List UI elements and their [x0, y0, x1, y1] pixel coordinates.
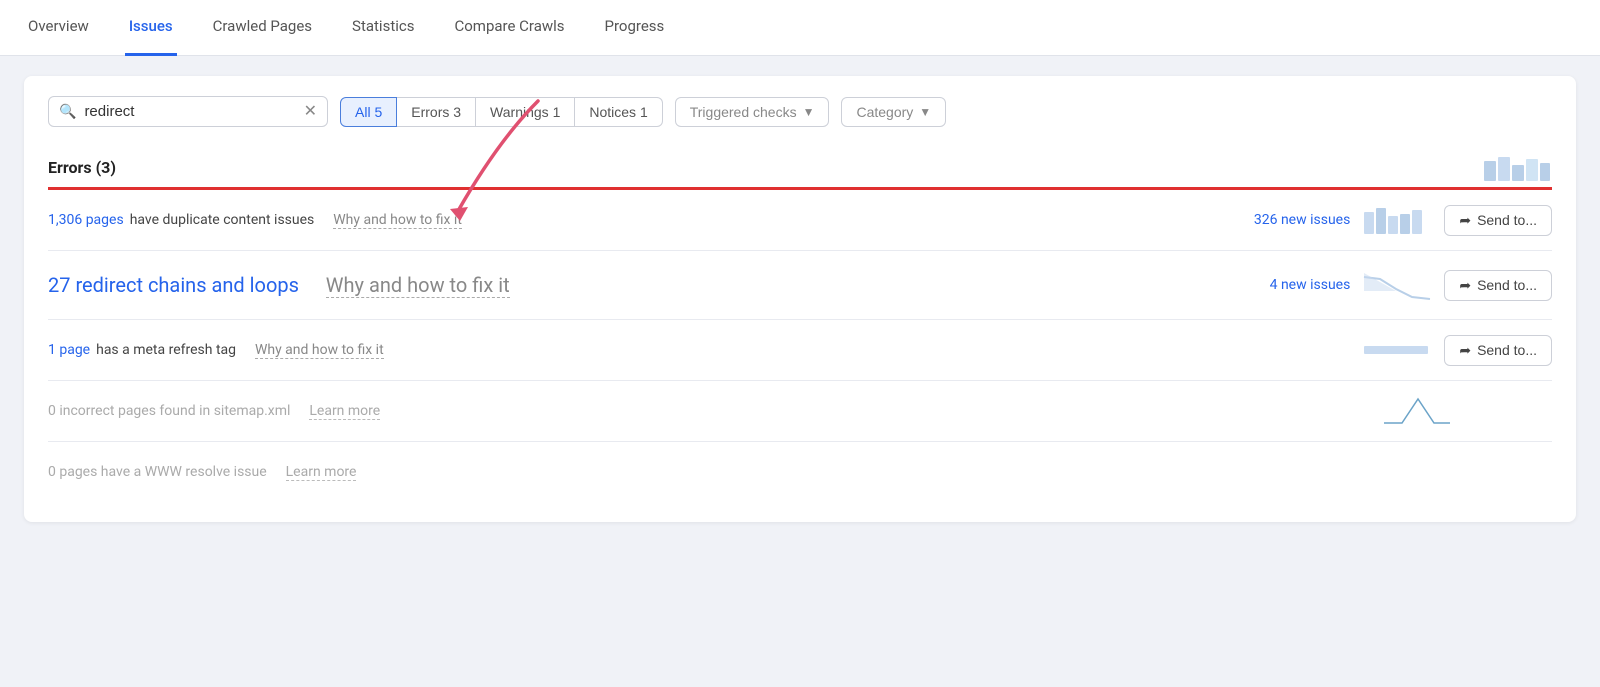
triggered-checks-dropdown[interactable]: Triggered checks ▼ — [675, 97, 830, 127]
chevron-down-icon: ▼ — [803, 105, 815, 119]
issue-text-sitemap: 0 incorrect pages found in sitemap.xml L… — [48, 403, 1238, 420]
nav-overview[interactable]: Overview — [24, 0, 93, 56]
top-navigation: Overview Issues Crawled Pages Statistics… — [0, 0, 1600, 56]
sparkline-sitemap — [1382, 395, 1452, 427]
send-to-button-meta-refresh[interactable]: ➦ Send to... — [1444, 335, 1552, 366]
nav-crawled-pages[interactable]: Crawled Pages — [209, 0, 316, 56]
search-box: 🔍 ✕ — [48, 96, 328, 127]
send-icon: ➦ — [1459, 277, 1471, 294]
nav-issues[interactable]: Issues — [125, 0, 177, 56]
issue-text-meta-refresh: 1 page has a meta refresh tag Why and ho… — [48, 342, 1218, 359]
sparkline-duplicate — [1362, 204, 1432, 236]
sitemap-link[interactable]: 0 incorrect pages found in sitemap.xml — [48, 403, 290, 419]
nav-progress[interactable]: Progress — [601, 0, 669, 56]
issue-text-duplicate: 1,306 pages have duplicate content issue… — [48, 212, 1218, 229]
redirect-chains-link[interactable]: 27 redirect chains and loops — [48, 273, 299, 297]
issue-text-redirect: 27 redirect chains and loops Why and how… — [48, 273, 1218, 298]
tab-warnings[interactable]: Warnings 1 — [476, 97, 575, 127]
issues-card: 🔍 ✕ All 5 Errors 3 Warnings 1 Notices 1 … — [24, 76, 1576, 522]
errors-section: Errors (3) 1,306 page — [48, 151, 1552, 502]
learn-more-www[interactable]: Learn more — [286, 464, 357, 481]
search-input[interactable] — [84, 103, 295, 120]
why-fix-meta-refresh[interactable]: Why and how to fix it — [255, 342, 384, 359]
issue-row-www-resolve: 0 pages have a WWW resolve issue Learn m… — [48, 442, 1552, 502]
issue-text-www: 0 pages have a WWW resolve issue Learn m… — [48, 464, 1238, 481]
main-content: 🔍 ✕ All 5 Errors 3 Warnings 1 Notices 1 … — [0, 56, 1600, 542]
tab-all[interactable]: All 5 — [340, 97, 397, 127]
learn-more-sitemap[interactable]: Learn more — [309, 403, 380, 420]
duplicate-content-link[interactable]: 1,306 pages — [48, 212, 124, 228]
tab-notices[interactable]: Notices 1 — [575, 97, 662, 127]
errors-sparkline — [1482, 151, 1552, 183]
new-issues-redirect: 4 new issues — [1230, 277, 1350, 293]
why-fix-duplicate[interactable]: Why and how to fix it — [333, 212, 462, 229]
meta-refresh-link[interactable]: 1 page — [48, 342, 90, 358]
why-fix-redirect[interactable]: Why and how to fix it — [326, 273, 510, 298]
clear-search-button[interactable]: ✕ — [304, 104, 317, 120]
www-resolve-link[interactable]: 0 pages have a WWW resolve issue — [48, 464, 267, 480]
send-icon: ➦ — [1459, 342, 1471, 359]
issue-row-redirect-chains: 27 redirect chains and loops Why and how… — [48, 251, 1552, 320]
search-icon: 🔍 — [59, 104, 76, 120]
filter-tabs: All 5 Errors 3 Warnings 1 Notices 1 — [340, 97, 663, 127]
send-to-button-duplicate[interactable]: ➦ Send to... — [1444, 205, 1552, 236]
category-dropdown[interactable]: Category ▼ — [841, 97, 946, 127]
sparkline-redirect — [1362, 269, 1432, 301]
tab-errors[interactable]: Errors 3 — [397, 97, 476, 127]
sparkline-www — [1382, 456, 1452, 488]
errors-title: Errors (3) — [48, 158, 116, 177]
send-to-button-redirect[interactable]: ➦ Send to... — [1444, 270, 1552, 301]
chevron-down-icon: ▼ — [919, 105, 931, 119]
issue-row-meta-refresh: 1 page has a meta refresh tag Why and ho… — [48, 320, 1552, 381]
filter-bar: 🔍 ✕ All 5 Errors 3 Warnings 1 Notices 1 … — [48, 96, 1552, 127]
nav-statistics[interactable]: Statistics — [348, 0, 418, 56]
new-issues-duplicate: 326 new issues — [1230, 212, 1350, 228]
nav-compare-crawls[interactable]: Compare Crawls — [450, 0, 568, 56]
send-icon: ➦ — [1459, 212, 1471, 229]
issue-row-duplicate-content: 1,306 pages have duplicate content issue… — [48, 190, 1552, 251]
issue-row-sitemap: 0 incorrect pages found in sitemap.xml L… — [48, 381, 1552, 442]
errors-section-header: Errors (3) — [48, 151, 1552, 183]
sparkline-meta-refresh — [1362, 334, 1432, 366]
